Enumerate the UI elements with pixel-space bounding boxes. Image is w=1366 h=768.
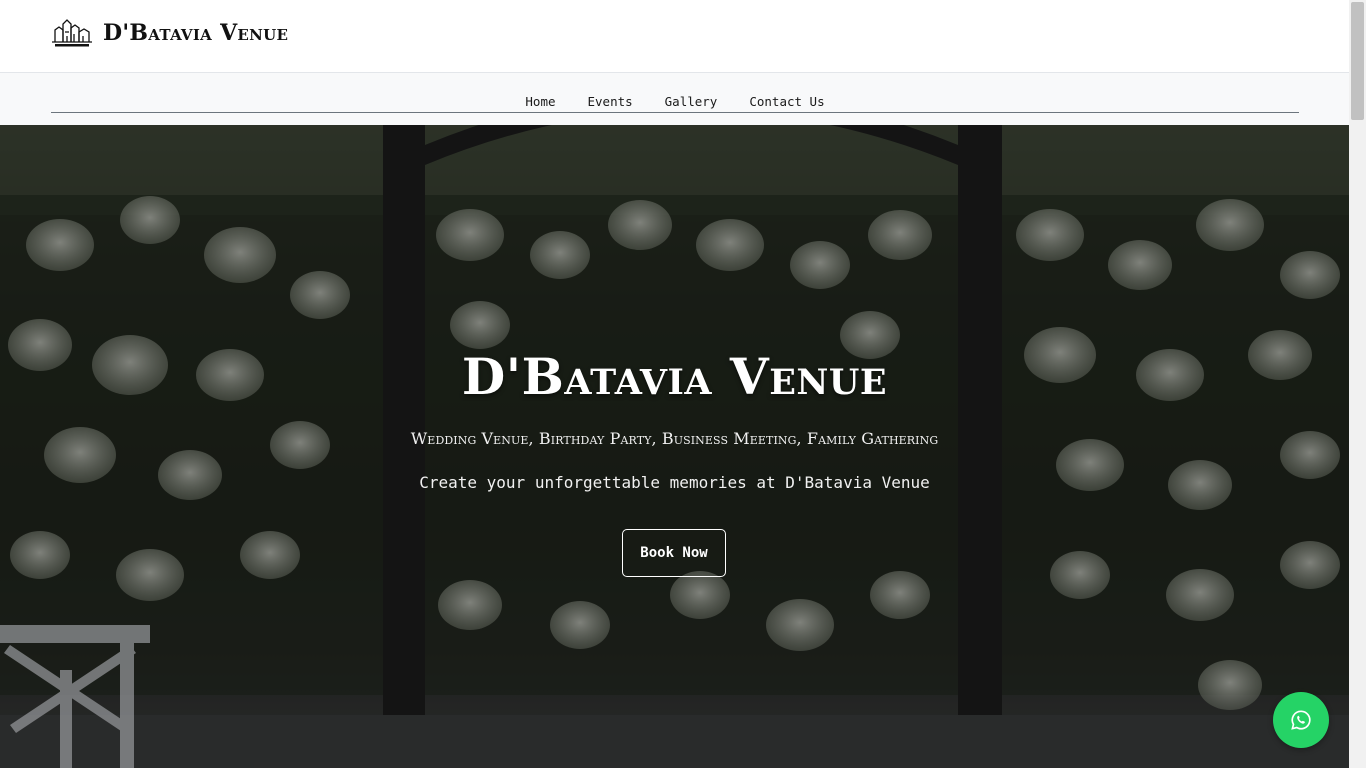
nav-list: Home Events Gallery Contact Us [51, 73, 1299, 113]
venue-logo-icon[interactable] [51, 18, 93, 48]
book-now-button[interactable]: Book Now [622, 529, 726, 577]
hero-subtitle: Wedding Venue, Birthday Party, Business … [410, 429, 939, 448]
hero-tagline: Create your unforgettable memories at D'… [419, 473, 930, 492]
page: D'Batavia Venue Home Events Gallery Cont… [0, 0, 1349, 768]
brand-header: D'Batavia Venue [0, 0, 1349, 73]
whatsapp-icon [1291, 710, 1311, 730]
scrollbar-thumb[interactable] [1351, 2, 1364, 120]
nav-item-home[interactable]: Home [509, 94, 571, 112]
nav-item-contact-us[interactable]: Contact Us [733, 94, 840, 112]
whatsapp-button[interactable] [1273, 692, 1329, 748]
hero-title: D'Batavia Venue [461, 347, 888, 406]
page-scrollbar[interactable] [1349, 0, 1366, 768]
nav-item-events[interactable]: Events [572, 94, 649, 112]
nav-item-gallery[interactable]: Gallery [649, 94, 734, 112]
main-nav: Home Events Gallery Contact Us [0, 73, 1349, 125]
hero-section: D'Batavia Venue Wedding Venue, Birthday … [0, 125, 1349, 768]
brand-name[interactable]: D'Batavia Venue [103, 20, 288, 46]
